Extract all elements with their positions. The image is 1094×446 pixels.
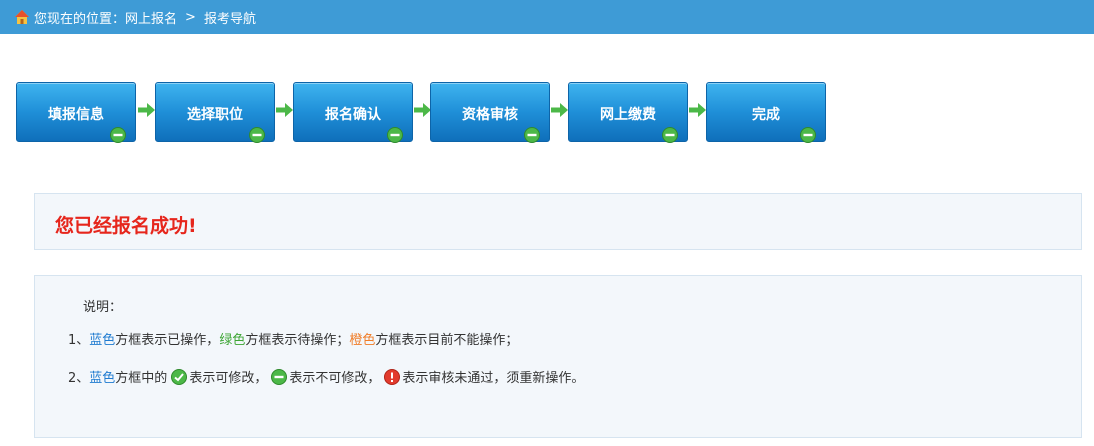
step-select-position[interactable]: 选择职位	[155, 82, 275, 143]
line-text: 方框表示待操作；	[245, 333, 350, 348]
arrow-right-icon	[276, 103, 293, 117]
not-editable-icon	[524, 127, 540, 143]
success-message: 您已经报名成功!	[55, 215, 197, 237]
line-text: 方框表示目前不能操作；	[375, 333, 519, 348]
line-text: 方框中的	[115, 371, 168, 386]
breadcrumb-separator: >	[185, 9, 196, 25]
not-editable-icon	[800, 127, 816, 143]
step-label: 选择职位	[187, 107, 243, 123]
arrow-right-icon	[689, 103, 706, 117]
orange-word: 橙色	[349, 333, 376, 348]
editable-check-icon	[171, 368, 188, 385]
blue-word: 蓝色	[89, 333, 116, 348]
review-failed-icon	[384, 368, 401, 385]
step-fill-info[interactable]: 填报信息	[16, 82, 136, 143]
blue-word: 蓝色	[89, 371, 116, 386]
line-text: 表示审核未通过，须重新操作。	[402, 371, 585, 386]
step-label: 网上缴费	[600, 107, 656, 123]
not-editable-icon	[249, 127, 265, 143]
breadcrumb-item-online-registration[interactable]: 网上报名	[125, 8, 177, 27]
instructions-panel: 说明： 1、 蓝色 方框表示已操作， 绿色 方框表示待操作； 橙色 方框表示目前…	[34, 275, 1082, 438]
breadcrumb-bar: 您现在的位置： 网上报名 > 报考导航	[0, 0, 1094, 34]
step-label: 资格审核	[462, 107, 518, 123]
breadcrumb-item-registration-guide: 报考导航	[203, 11, 256, 27]
line-text: 表示不可修改，	[289, 371, 381, 386]
step-online-payment[interactable]: 网上缴费	[568, 82, 688, 143]
step-qualification-review[interactable]: 资格审核	[430, 82, 550, 143]
line-text: 表示可修改，	[189, 371, 268, 386]
step-label: 完成	[752, 107, 780, 123]
step-label: 填报信息	[48, 107, 104, 123]
green-word: 绿色	[219, 333, 246, 348]
step-confirm-registration[interactable]: 报名确认	[293, 82, 413, 143]
line-number: 2、	[68, 371, 90, 386]
arrow-right-icon	[551, 103, 568, 117]
breadcrumb-prefix: 您现在的位置：	[34, 11, 126, 27]
step-label: 报名确认	[325, 107, 381, 123]
instructions-title: 说明：	[83, 300, 123, 315]
line-number: 1、	[68, 333, 90, 348]
home-icon	[15, 10, 29, 24]
not-editable-icon	[662, 127, 678, 143]
not-editable-icon	[271, 368, 288, 385]
not-editable-icon	[110, 127, 126, 143]
arrow-right-icon	[138, 103, 155, 117]
instruction-line-1: 1、 蓝色 方框表示已操作， 绿色 方框表示待操作； 橙色 方框表示目前不能操作…	[68, 329, 518, 348]
instruction-line-2: 2、 蓝色 方框中的 表示可修改， 表示不可修改， 表示审核未通过，须重新操作。	[68, 367, 584, 386]
step-complete[interactable]: 完成	[706, 82, 826, 143]
success-panel: 您已经报名成功!	[34, 193, 1082, 250]
line-text: 方框表示已操作，	[115, 333, 220, 348]
not-editable-icon	[387, 127, 403, 143]
